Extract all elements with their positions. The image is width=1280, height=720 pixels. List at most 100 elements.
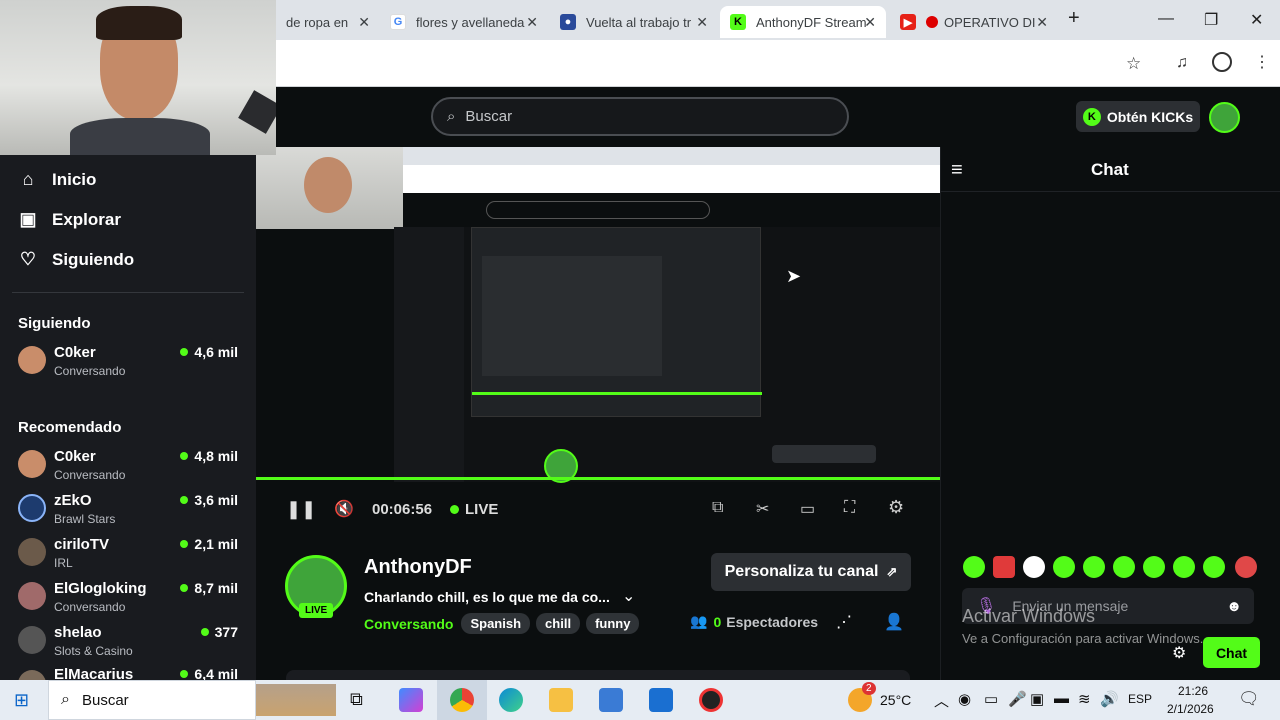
outlook-icon[interactable] <box>649 688 673 712</box>
tag[interactable]: Spanish <box>461 613 531 634</box>
settings-icon[interactable]: ⚙ <box>888 497 904 518</box>
close-window-icon[interactable]: ✕ <box>1250 10 1263 30</box>
search-input[interactable]: ⌕ Buscar <box>431 97 849 136</box>
record-icon[interactable]: ◉ <box>958 690 971 708</box>
profile-icon[interactable] <box>1212 52 1232 72</box>
emote-icon[interactable] <box>1083 556 1105 578</box>
streamer-hair <box>96 6 182 40</box>
fullscreen-icon[interactable]: ⛶ <box>844 499 855 517</box>
following-heading: Siguiendo <box>18 315 91 332</box>
pause-icon[interactable]: ❚❚ <box>286 499 316 520</box>
avatar <box>18 582 46 610</box>
tab-ropa[interactable]: de ropa en ✕ <box>276 6 380 38</box>
menu-icon[interactable]: ⋮ <box>1254 52 1270 72</box>
device-icon[interactable]: ▭ <box>984 690 998 708</box>
store-icon[interactable] <box>599 688 623 712</box>
obs-icon[interactable] <box>699 688 723 712</box>
taskbar-search[interactable]: ⌕ Buscar <box>48 680 256 720</box>
emote-icon[interactable] <box>1173 556 1195 578</box>
camera-icon[interactable]: ▣ <box>1030 690 1044 708</box>
close-tab-icon[interactable]: ✕ <box>864 14 876 31</box>
following-channel-c0ker[interactable]: C0ker Conversando 4,6 mil <box>18 344 240 384</box>
nav-siguiendo[interactable]: ♡ Siguiendo <box>18 249 134 270</box>
minimize-icon[interactable]: — <box>1158 10 1174 28</box>
tab-title: AnthonyDF Stream <box>756 14 867 30</box>
windows-start-icon[interactable]: ⊞ <box>14 690 29 711</box>
emote-icon[interactable] <box>1143 556 1165 578</box>
windows-taskbar: ⊞ ⌕ Buscar ⧉ 2 25°C ︿ ◉ ▭ 🎤 ▣ ▬ ≋ 🔊 ESP … <box>0 680 1280 720</box>
emote-icon[interactable] <box>993 556 1015 578</box>
channel-category: Slots & Casino <box>54 644 133 658</box>
clock-time[interactable]: 21:26 <box>1178 684 1208 698</box>
nav-label: Siguiendo <box>52 249 135 269</box>
tab-anthonydf[interactable]: K AnthonyDF Stream ✕ <box>720 6 886 38</box>
notifications-icon[interactable]: 🗨 <box>1238 689 1260 709</box>
tab-operativo[interactable]: ▶ OPERATIVO DI ✕ <box>890 6 1058 38</box>
nav-inicio[interactable]: ⌂ Inicio <box>18 169 97 190</box>
streamer-shirt <box>70 118 210 155</box>
tag[interactable]: chill <box>536 613 581 634</box>
follow-user-icon[interactable]: 👤 <box>884 612 904 632</box>
edge-icon[interactable] <box>499 688 523 712</box>
search-highlight-image <box>256 684 336 716</box>
recommended-channel[interactable]: zEkO Brawl Stars 3,6 mil <box>18 492 240 532</box>
clip-icon[interactable]: ✂ <box>756 499 769 519</box>
emoji-icon[interactable]: ☻ <box>1226 598 1242 615</box>
microphone-icon[interactable]: 🎤 <box>1008 690 1027 708</box>
content-card <box>286 670 910 680</box>
tab-flores[interactable]: G flores y avellaneda ✕ <box>380 6 548 38</box>
collapse-chat-icon[interactable]: ≡ <box>951 159 963 182</box>
viewer-count: 4,8 mil <box>180 448 238 464</box>
send-chat-button[interactable]: Chat <box>1203 637 1260 668</box>
language[interactable]: ESP <box>1128 692 1152 706</box>
emote-icon[interactable] <box>1023 556 1045 578</box>
emote-icon[interactable] <box>1053 556 1075 578</box>
get-kicks-button[interactable]: K Obtén KICKs <box>1076 101 1200 132</box>
recommended-channel[interactable]: ciriloTV IRL 2,1 mil <box>18 536 240 576</box>
theater-icon[interactable]: ▭ <box>800 499 815 519</box>
close-tab-icon[interactable]: ✕ <box>358 14 370 31</box>
chevron-down-icon[interactable]: ⌄ <box>622 586 635 606</box>
chat-settings-icon[interactable]: ⚙ <box>1172 643 1186 663</box>
emote-icon[interactable] <box>1203 556 1225 578</box>
battery-icon[interactable]: ▬ <box>1054 690 1069 707</box>
wifi-icon[interactable]: ≋ <box>1078 690 1091 708</box>
emote-icon[interactable] <box>1113 556 1135 578</box>
task-view-icon[interactable]: ⧉ <box>350 689 363 710</box>
category-link[interactable]: Conversando <box>364 616 453 632</box>
user-avatar[interactable] <box>1209 102 1240 133</box>
channel-name[interactable]: AnthonyDF <box>364 556 472 579</box>
mute-icon[interactable]: 🔇 <box>334 499 354 519</box>
close-tab-icon[interactable]: ✕ <box>1036 14 1048 31</box>
captured-webcam <box>256 147 403 229</box>
recommended-channel[interactable]: C0ker Conversando 4,8 mil <box>18 448 240 488</box>
emote-icon[interactable] <box>1235 556 1257 578</box>
recommended-channel[interactable]: ElGlogloking Conversando 8,7 mil <box>18 580 240 620</box>
temperature: 25°C <box>880 692 912 708</box>
close-tab-icon[interactable]: ✕ <box>696 14 708 31</box>
chevron-up-icon[interactable]: ︿ <box>934 690 949 711</box>
stream-player[interactable]: ❚❚ 🔇 00:06:56 LIVE ⧉ ✂ ▭ ⛶ ⚙ <box>256 147 940 530</box>
new-tab-button[interactable]: + <box>1068 7 1080 30</box>
live-badge: LIVE <box>299 603 334 618</box>
chrome-icon[interactable] <box>450 688 474 712</box>
recommended-channel[interactable]: shelao Slots & Casino 377 <box>18 624 240 664</box>
pip-icon[interactable]: ⧉ <box>712 499 723 517</box>
media-control-icon[interactable]: ♫ <box>1176 54 1188 72</box>
share-icon[interactable]: ⋰ <box>836 612 852 632</box>
restore-icon[interactable]: ❐ <box>1204 10 1218 30</box>
volume-icon[interactable]: 🔊 <box>1100 690 1119 708</box>
close-tab-icon[interactable]: ✕ <box>526 14 538 31</box>
tag[interactable]: funny <box>586 613 640 634</box>
bookmark-star-icon[interactable]: ☆ <box>1126 54 1141 74</box>
copilot-icon[interactable] <box>399 688 423 712</box>
customize-channel-button[interactable]: Personaliza tu canal ⇗ <box>711 553 911 591</box>
player-progress-bar[interactable] <box>256 477 940 480</box>
captured-inner-stream <box>471 227 762 417</box>
file-explorer-icon[interactable] <box>549 688 573 712</box>
tab-vuelta[interactable]: ● Vuelta al trabajo tr ✕ <box>550 6 718 38</box>
emote-icon[interactable] <box>963 556 985 578</box>
nav-explorar[interactable]: ▣ Explorar <box>18 209 121 230</box>
clock-date[interactable]: 2/1/2026 <box>1167 702 1214 716</box>
recommended-channel[interactable]: ElMacarius 6,4 mil <box>18 668 240 680</box>
